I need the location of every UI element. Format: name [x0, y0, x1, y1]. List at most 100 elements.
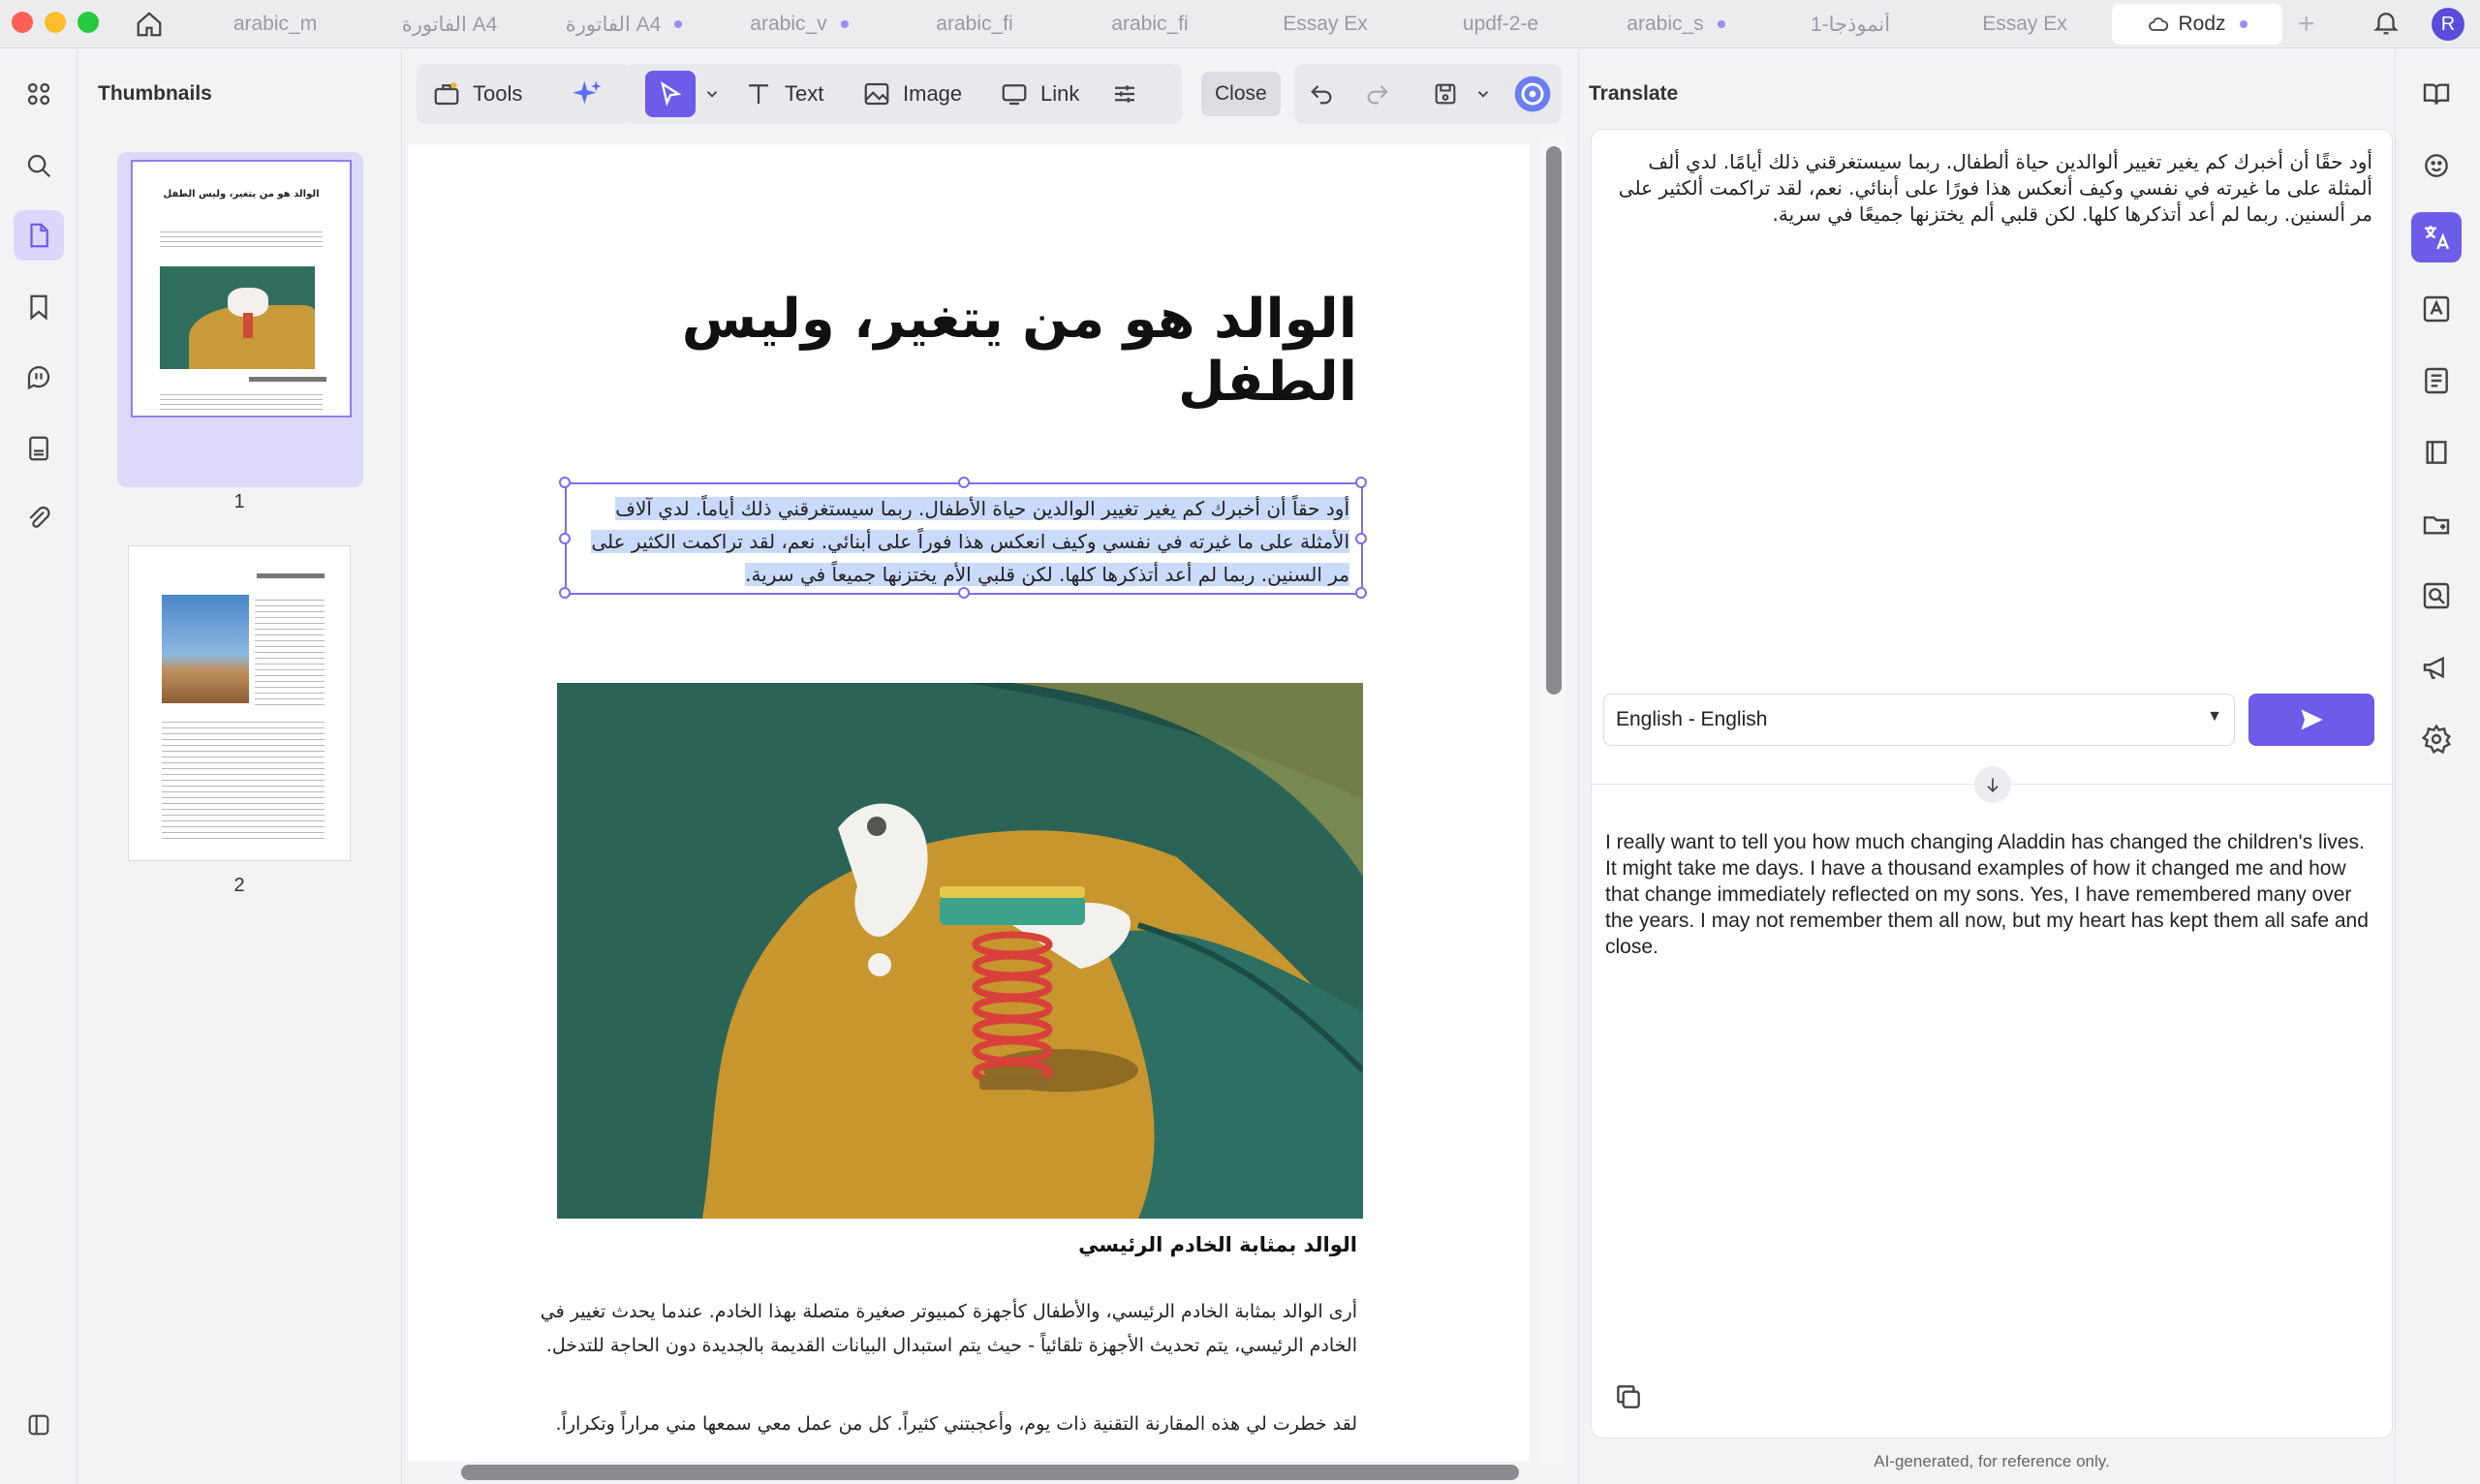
ocr-button[interactable]	[2411, 284, 2462, 334]
tab-6[interactable]: arabic_fi	[1065, 4, 1235, 45]
grid-icon	[27, 82, 50, 106]
translation-output[interactable]: I really want to tell you how much chang…	[1605, 829, 2371, 960]
resize-handle-t[interactable]	[958, 477, 970, 488]
translate-send-button[interactable]	[2248, 694, 2374, 746]
resize-handle-tl[interactable]	[559, 477, 571, 488]
page-icon	[30, 223, 48, 248]
comments-button[interactable]	[14, 352, 64, 402]
tab-1[interactable]: arabic_m	[190, 4, 360, 45]
undo-button[interactable]	[1308, 64, 1347, 124]
image-tool-button[interactable]: Image	[862, 64, 962, 124]
document-paragraph-1[interactable]: أرى الوالد بمثابة الخادم الرئيسي، والأطف…	[524, 1295, 1357, 1363]
folder-button[interactable]	[2411, 499, 2462, 549]
tab-label: الفاتورة A4	[565, 13, 662, 36]
document-image[interactable]	[557, 683, 1363, 1219]
text-recognition-icon	[2423, 295, 2450, 323]
thumbnails-button[interactable]	[14, 210, 64, 261]
reader-button[interactable]	[2411, 69, 2462, 119]
edit-group: Text Image Link	[626, 64, 1182, 124]
ai-assistant-button[interactable]	[1513, 64, 1564, 124]
home-button[interactable]	[130, 6, 169, 43]
ai-button[interactable]	[572, 64, 614, 124]
select-tool-button[interactable]	[645, 71, 696, 117]
attachments-button[interactable]	[14, 493, 64, 543]
vertical-scrollbar[interactable]	[1546, 146, 1562, 695]
copy-button[interactable]	[1613, 1381, 1644, 1417]
search-button[interactable]	[14, 140, 64, 191]
apps-button[interactable]	[14, 69, 64, 119]
resize-handle-br[interactable]	[1355, 587, 1367, 599]
unsaved-dot	[840, 20, 849, 28]
maximize-window-button[interactable]	[78, 12, 99, 33]
tab-label: Essay Ex	[1283, 13, 1368, 35]
sidebar-toggle-button[interactable]	[14, 1400, 64, 1450]
tab-11[interactable]: Essay Ex	[1939, 4, 2110, 45]
organize-button[interactable]	[2411, 427, 2462, 478]
notifications-button[interactable]	[2372, 8, 2401, 42]
ai-chat-button[interactable]	[2411, 140, 2462, 191]
megaphone-icon	[2423, 656, 2444, 679]
tools-label: Tools	[473, 81, 523, 106]
resize-handle-r[interactable]	[1355, 533, 1367, 544]
text-tool-label: Text	[785, 81, 824, 106]
thumbnail-page-2[interactable]	[129, 546, 350, 860]
document-title[interactable]: الوالد هو من يتغير، وليس الطفل	[582, 288, 1357, 414]
source-text[interactable]: أود حقًا أن أخبرك كم يغير تغيير ألوالدين…	[1617, 149, 2372, 228]
scan-button[interactable]	[2411, 571, 2462, 621]
language-select[interactable]: English - English ▼	[1603, 694, 2235, 746]
tab-12[interactable]: Rodz	[2112, 4, 2282, 45]
tools-button[interactable]: Tools	[432, 64, 522, 124]
smile-bot-icon	[2425, 154, 2448, 177]
spring-horse-illustration	[557, 683, 1363, 1219]
selected-paragraph-text: أود حقاً أن أخبرك كم يغير تغيير الوالدين…	[591, 497, 1349, 586]
translate-button[interactable]	[2411, 212, 2462, 263]
resize-handle-l[interactable]	[559, 533, 571, 544]
tab-label: Rodz	[2178, 13, 2226, 35]
present-button[interactable]	[2411, 642, 2462, 693]
minimize-window-button[interactable]	[45, 12, 66, 33]
caret-down-icon: ▼	[2207, 708, 2222, 725]
close-button[interactable]: Close	[1201, 72, 1281, 116]
tab-7[interactable]: Essay Ex	[1240, 4, 1410, 45]
close-window-button[interactable]	[12, 12, 33, 33]
vertical-scroll-track[interactable]	[1541, 137, 1566, 1464]
document-paragraph-2[interactable]: لقد خطرت لي هذه المقارنة التقنية ذات يوم…	[524, 1407, 1357, 1441]
redo-button[interactable]	[1364, 64, 1403, 124]
horizontal-scrollbar[interactable]	[461, 1465, 1519, 1480]
image-tool-label: Image	[903, 81, 963, 106]
new-tab-button[interactable]: +	[2298, 8, 2315, 41]
document-subheading[interactable]: الوالد بمثابة الخادم الرئيسي	[776, 1233, 1357, 1256]
unsaved-dot	[2239, 20, 2248, 28]
selected-paragraph[interactable]: أود حقاً أن أخبرك كم يغير تغيير الوالدين…	[574, 492, 1349, 591]
translate-card: أود حقًا أن أخبرك كم يغير تغيير ألوالدين…	[1591, 129, 2394, 1438]
resize-handle-tr[interactable]	[1355, 477, 1367, 488]
summarize-button[interactable]	[2411, 356, 2462, 406]
swap-direction-button[interactable]	[1974, 766, 2011, 803]
tab-8[interactable]: updf-2-e	[1415, 4, 1586, 45]
tab-4[interactable]: arabic_v	[714, 4, 884, 45]
avatar[interactable]: R	[2432, 8, 2464, 41]
save-dropdown[interactable]	[1474, 64, 1504, 124]
text-tool-button[interactable]: Text	[744, 64, 823, 124]
sliders-icon	[1115, 85, 1134, 103]
selected-text-box[interactable]: أود حقاً أن أخبرك كم يغير تغيير الوالدين…	[559, 477, 1367, 599]
folder-plus-icon	[2423, 516, 2450, 535]
home-icon	[137, 12, 162, 37]
tab-10[interactable]: أنموذجا-1	[1765, 4, 1936, 45]
tab-2[interactable]: الفاتورة A4	[364, 4, 535, 45]
resize-handle-bl[interactable]	[559, 587, 571, 599]
resize-handle-b[interactable]	[958, 587, 970, 599]
cursor-icon	[661, 80, 682, 108]
arrow-down-icon	[1987, 778, 1999, 792]
thumbnail-page-1[interactable]: الوالد هو من يتغير، وليس الطفل	[133, 162, 350, 416]
save-button[interactable]	[1432, 64, 1471, 124]
tab-9[interactable]: arabic_s	[1591, 4, 1761, 45]
settings-button[interactable]	[2411, 714, 2462, 764]
properties-button[interactable]	[1110, 64, 1151, 124]
select-dropdown[interactable]	[703, 64, 732, 124]
link-tool-button[interactable]: Link	[1000, 64, 1079, 124]
tab-5[interactable]: arabic_fi	[889, 4, 1060, 45]
forms-button[interactable]	[14, 423, 64, 474]
tab-3[interactable]: الفاتورة A4	[539, 4, 709, 45]
bookmarks-button[interactable]	[14, 282, 64, 332]
